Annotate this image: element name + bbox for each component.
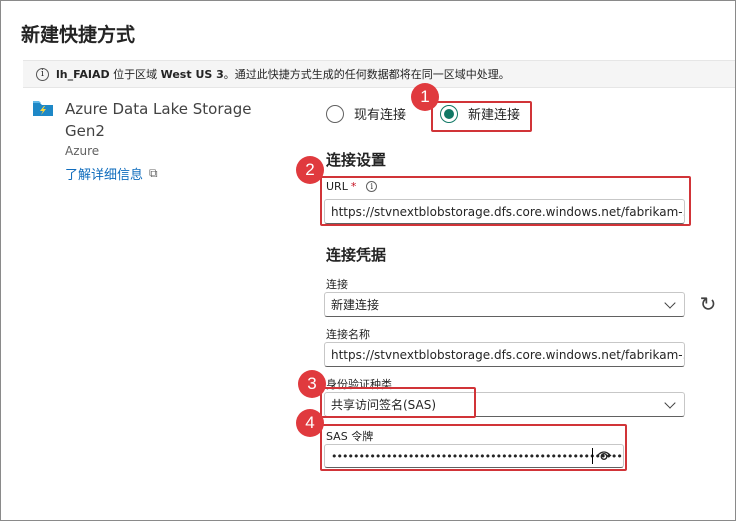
highlight-sas-token bbox=[320, 424, 627, 471]
highlight-new-connection bbox=[431, 101, 532, 132]
annotation-badge-2: 2 bbox=[296, 156, 324, 184]
refresh-icon[interactable]: ↻ bbox=[697, 293, 719, 315]
annotation-badge-1: 1 bbox=[411, 83, 439, 111]
radio-circle-existing[interactable] bbox=[326, 104, 344, 123]
region-info-bar: i lh_FAIAD 位于区域 West US 3。通过此快捷方式生成的任何数据… bbox=[23, 60, 735, 88]
highlight-url-field bbox=[320, 176, 691, 226]
connection-name-label: 连接名称 bbox=[326, 328, 370, 341]
connection-credentials-heading: 连接凭据 bbox=[326, 246, 387, 264]
chevron-down-icon bbox=[664, 297, 676, 309]
connection-select[interactable]: 新建连接 bbox=[324, 292, 685, 317]
chevron-down-icon bbox=[664, 397, 676, 409]
annotation-badge-3: 3 bbox=[298, 370, 326, 398]
source-name: Azure Data Lake Storage Gen2 bbox=[65, 100, 252, 140]
learn-more-link[interactable]: 了解详细信息 ⧉ bbox=[65, 164, 158, 183]
connection-label: 连接 bbox=[326, 278, 348, 291]
radio-existing-label: 现有连接 bbox=[354, 108, 407, 123]
source-type: Azure bbox=[65, 144, 100, 158]
dialog-title: 新建快捷方式 bbox=[21, 24, 136, 46]
annotation-badge-4: 4 bbox=[296, 409, 324, 437]
connection-select-value: 新建连接 bbox=[331, 298, 380, 312]
highlight-auth-kind bbox=[320, 387, 476, 418]
region-info-text: lh_FAIAD 位于区域 West US 3。通过此快捷方式生成的任何数据都将… bbox=[56, 68, 510, 81]
info-icon: i bbox=[36, 67, 49, 81]
connection-settings-heading: 连接设置 bbox=[326, 151, 387, 169]
connection-name-input[interactable]: https://stvnextblobstorage.dfs.core.wind… bbox=[324, 342, 685, 367]
radio-existing-connection[interactable]: 现有连接 bbox=[326, 104, 406, 123]
external-link-icon: ⧉ bbox=[149, 166, 158, 180]
learn-more-label: 了解详细信息 bbox=[65, 168, 144, 183]
azure-data-lake-storage-icon bbox=[33, 101, 53, 116]
